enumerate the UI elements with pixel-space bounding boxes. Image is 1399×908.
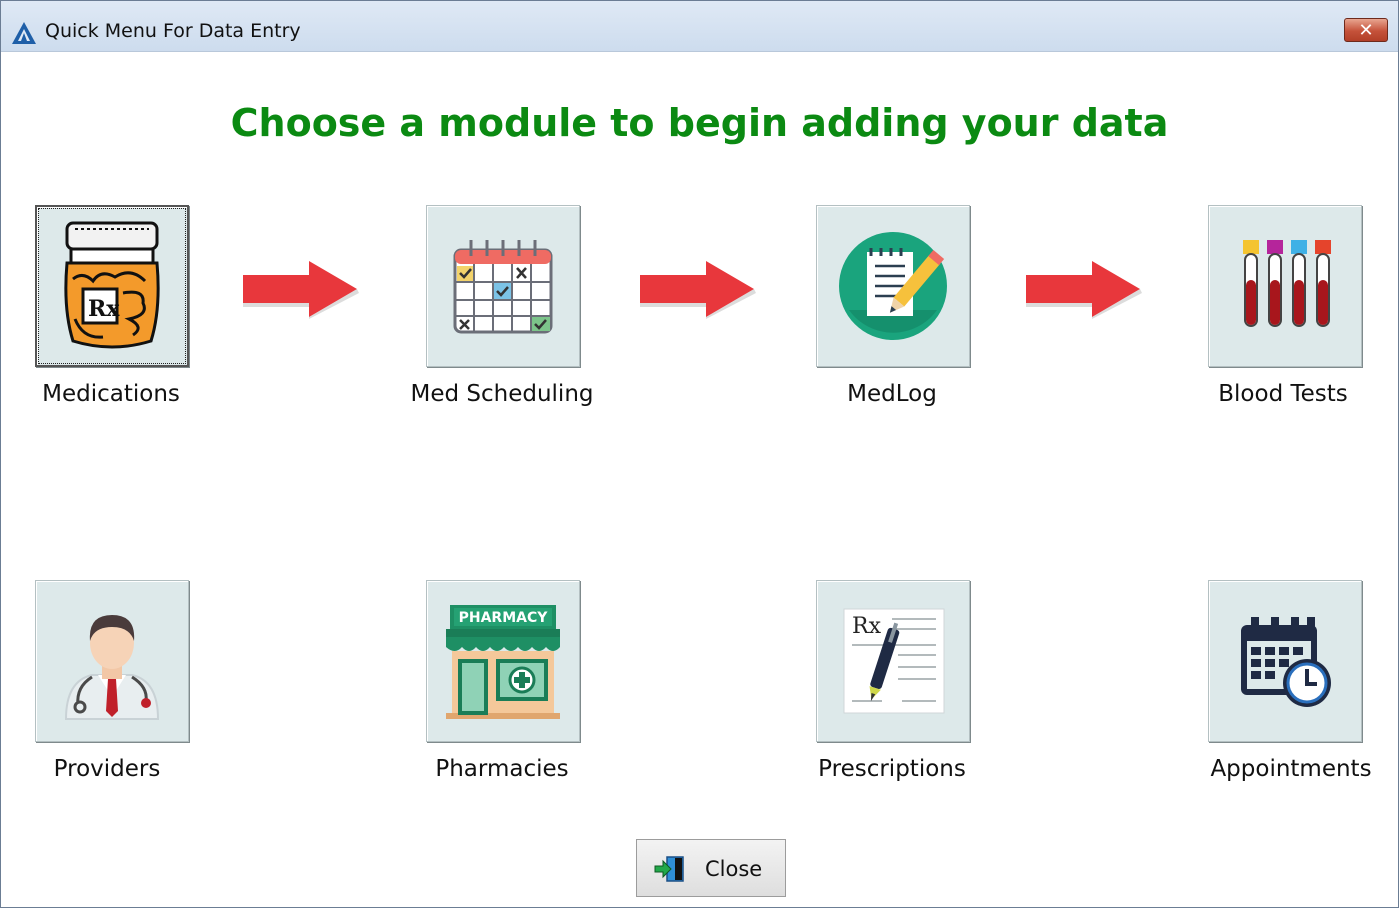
providers-button[interactable]: [35, 580, 189, 742]
window-close-button[interactable]: ✕: [1344, 18, 1388, 42]
medlog-button[interactable]: [816, 205, 970, 367]
close-button-label: Close: [705, 857, 763, 881]
doctor-icon: [64, 615, 160, 720]
med-scheduling-label: Med Scheduling: [410, 381, 594, 407]
pharmacies-label: Pharmacies: [435, 756, 569, 782]
providers-label: Providers: [53, 756, 161, 782]
close-button[interactable]: Close: [636, 839, 786, 897]
medications-button[interactable]: Rx: [35, 205, 189, 367]
arrow-right-icon: [243, 261, 359, 319]
exit-door-icon: [654, 856, 684, 882]
arrow-right-icon: [1026, 261, 1142, 319]
pharmacies-button[interactable]: PHARMACY: [426, 580, 580, 742]
rx-label: Rx: [88, 296, 120, 322]
arrow-right-icon: [640, 261, 756, 319]
pharmacy-sign: PHARMACY: [459, 610, 549, 626]
calendar-checklist-icon: [453, 240, 553, 334]
quick-menu-window: Quick Menu For Data Entry ✕ Choose a mod…: [0, 0, 1399, 908]
prescription-pad-icon: Rx: [843, 608, 945, 714]
blood-tests-label: Blood Tests: [1218, 381, 1348, 407]
calendar-clock-icon: [1241, 617, 1331, 707]
window-title: Quick Menu For Data Entry: [45, 20, 301, 42]
pharmacy-store-icon: PHARMACY: [446, 605, 560, 719]
test-tubes-icon: [1243, 240, 1331, 327]
appointments-label: Appointments: [1210, 756, 1372, 782]
prescriptions-label: Prescriptions: [818, 756, 966, 782]
med-scheduling-button[interactable]: [426, 205, 580, 367]
notepad-pencil-icon: [839, 232, 947, 340]
title-bar: Quick Menu For Data Entry ✕: [1, 1, 1398, 52]
appointments-button[interactable]: [1208, 580, 1362, 742]
medications-label: Medications: [42, 381, 180, 407]
pill-bottle-icon: Rx: [64, 221, 160, 349]
prescriptions-button[interactable]: Rx: [816, 580, 970, 742]
rx-label: Rx: [852, 614, 882, 639]
blood-tests-button[interactable]: [1208, 205, 1362, 367]
medlog-label: MedLog: [847, 381, 937, 407]
page-heading: Choose a module to begin adding your dat…: [230, 101, 1169, 145]
app-logo-icon: [12, 22, 36, 44]
